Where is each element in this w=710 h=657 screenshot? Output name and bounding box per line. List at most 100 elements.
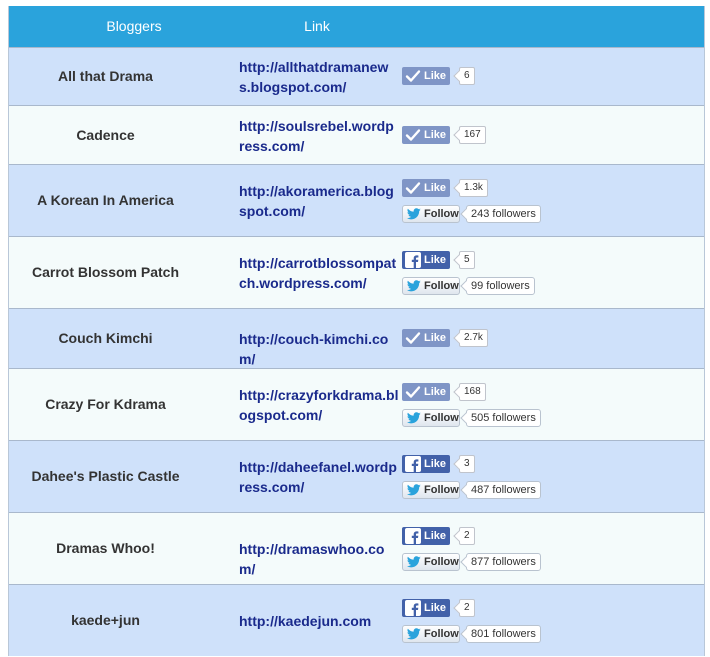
social-buttons: Like 3 Follow 487 followers [402, 441, 562, 513]
table-row: All that Drama http://allthatdramanews.bl… [9, 47, 704, 105]
twitter-follow-button[interactable]: Follow [402, 409, 460, 427]
followers-count: 505 followers [466, 409, 541, 427]
twitter-bird-icon [403, 556, 424, 568]
twitter-bird-icon [403, 628, 424, 640]
facebook-like-button[interactable]: Like [402, 527, 450, 545]
facebook-like-button[interactable]: Like [402, 599, 450, 617]
follow-label: Follow [424, 208, 459, 220]
blog-link[interactable]: http://dramaswhoo.com/ [239, 539, 399, 579]
table-row: Dramas Whoo! http://dramaswhoo.com/Like 2 F… [9, 512, 704, 584]
follow-label: Follow [424, 556, 459, 568]
table-row: Carrot Blossom Patch http://carrotblossom… [9, 236, 704, 308]
blog-link[interactable]: http://daheefanel.wordpress.com/ [239, 457, 399, 497]
like-count: 2 [459, 599, 475, 617]
blogger-name: Dahee's Plastic Castle [31, 468, 180, 484]
table-row: Couch Kimchi http://couch-kimchi.com/Like… [9, 308, 704, 368]
like-count: 3 [459, 455, 475, 473]
like-count: 2 [459, 527, 475, 545]
blog-link[interactable]: http://akoramerica.blogspot.com/ [239, 181, 399, 221]
like-label: Like [424, 602, 447, 614]
like-label: Like [424, 70, 447, 82]
follow-label: Follow [424, 484, 459, 496]
table-header: Bloggers Link [9, 6, 704, 47]
facebook-like-button[interactable]: Like [402, 455, 450, 473]
followers-count: 243 followers [466, 205, 541, 223]
blog-link[interactable]: http://soulsrebel.wordpress.com/ [239, 116, 399, 156]
checkmark-icon [402, 68, 424, 84]
facebook-like-button[interactable]: Like [402, 251, 450, 269]
like-button[interactable]: Like [402, 383, 450, 401]
blogger-name: Dramas Whoo! [56, 540, 155, 556]
blogger-name: Carrot Blossom Patch [31, 264, 180, 280]
followers-count: 487 followers [466, 481, 541, 499]
table-row: kaede+jun http://kaedejun.com Like 2 Follow 8… [9, 584, 704, 656]
table-row: Cadence http://soulsrebel.wordpress.com/L… [9, 105, 704, 164]
twitter-follow-button[interactable]: Follow [402, 553, 460, 571]
blog-link[interactable]: http://crazyforkdrama.blogspot.com/ [239, 385, 399, 425]
facebook-f-icon [402, 528, 424, 544]
follow-label: Follow [424, 412, 459, 424]
blog-link[interactable]: http://carrotblossompatch.wordpress.com/ [239, 253, 399, 293]
social-buttons: Like 5 Follow 99 followers [402, 237, 562, 309]
like-label: Like [424, 530, 447, 542]
twitter-follow-button[interactable]: Follow [402, 625, 460, 643]
like-count: 2.7k [459, 329, 488, 347]
like-count: 6 [459, 67, 475, 85]
followers-count: 877 followers [466, 553, 541, 571]
social-buttons: Like 1.3k Follow 243 followers [402, 165, 562, 237]
table-row: A Korean In America http://akoramerica.bl… [9, 164, 704, 236]
social-buttons: Like 167 [402, 106, 562, 165]
like-label: Like [424, 129, 447, 141]
blog-link[interactable]: http://allthatdramanews.blogspot.com/ [239, 57, 399, 97]
table-row: Dahee's Plastic Castle http://daheefanel.… [9, 440, 704, 512]
twitter-follow-button[interactable]: Follow [402, 205, 460, 223]
blogger-name: kaede+jun [71, 612, 140, 628]
like-button[interactable]: Like [402, 67, 450, 85]
twitter-follow-button[interactable]: Follow [402, 277, 460, 295]
table-body: All that Drama http://allthatdramanews.bl… [9, 47, 704, 656]
social-buttons: Like 2 Follow 801 followers [402, 585, 562, 657]
followers-count: 99 followers [466, 277, 535, 295]
like-label: Like [424, 332, 447, 344]
follow-label: Follow [424, 280, 459, 292]
checkmark-icon [402, 384, 424, 400]
twitter-bird-icon [403, 412, 424, 424]
like-button[interactable]: Like [402, 329, 450, 347]
checkmark-icon [402, 330, 424, 346]
social-buttons: Like 2.7k [402, 309, 562, 369]
social-buttons: Like 168 Follow 505 followers [402, 369, 562, 441]
blog-link[interactable]: http://kaedejun.com [239, 611, 399, 631]
twitter-bird-icon [403, 484, 424, 496]
like-label: Like [424, 182, 447, 194]
checkmark-icon [402, 180, 424, 196]
like-count: 167 [459, 126, 486, 144]
header-link: Link [304, 18, 330, 34]
facebook-f-icon [402, 600, 424, 616]
header-bloggers: Bloggers [106, 18, 162, 34]
checkmark-icon [402, 127, 424, 143]
blogger-name: A Korean In America [37, 192, 174, 208]
facebook-f-icon [402, 252, 424, 268]
blogger-name: Crazy For Kdrama [45, 396, 166, 412]
like-count: 5 [459, 251, 475, 269]
twitter-bird-icon [403, 208, 424, 220]
like-button[interactable]: Like [402, 126, 450, 144]
facebook-f-icon [402, 456, 424, 472]
like-label: Like [424, 254, 447, 266]
social-buttons: Like 2 Follow 877 followers [402, 513, 562, 585]
like-count: 168 [459, 383, 486, 401]
like-count: 1.3k [459, 179, 488, 197]
twitter-follow-button[interactable]: Follow [402, 481, 460, 499]
blogger-name: Couch Kimchi [58, 330, 153, 346]
follow-label: Follow [424, 628, 459, 640]
like-label: Like [424, 458, 447, 470]
blogger-name: All that Drama [58, 68, 153, 84]
like-button[interactable]: Like [402, 179, 450, 197]
table-row: Crazy For Kdrama http://crazyforkdrama.bl… [9, 368, 704, 440]
blogger-name: Cadence [76, 127, 135, 143]
blog-link[interactable]: http://couch-kimchi.com/ [239, 329, 399, 369]
bloggers-table: Bloggers Link All that Drama http://allth… [8, 6, 705, 656]
followers-count: 801 followers [466, 625, 541, 643]
twitter-bird-icon [403, 280, 424, 292]
like-label: Like [424, 386, 447, 398]
